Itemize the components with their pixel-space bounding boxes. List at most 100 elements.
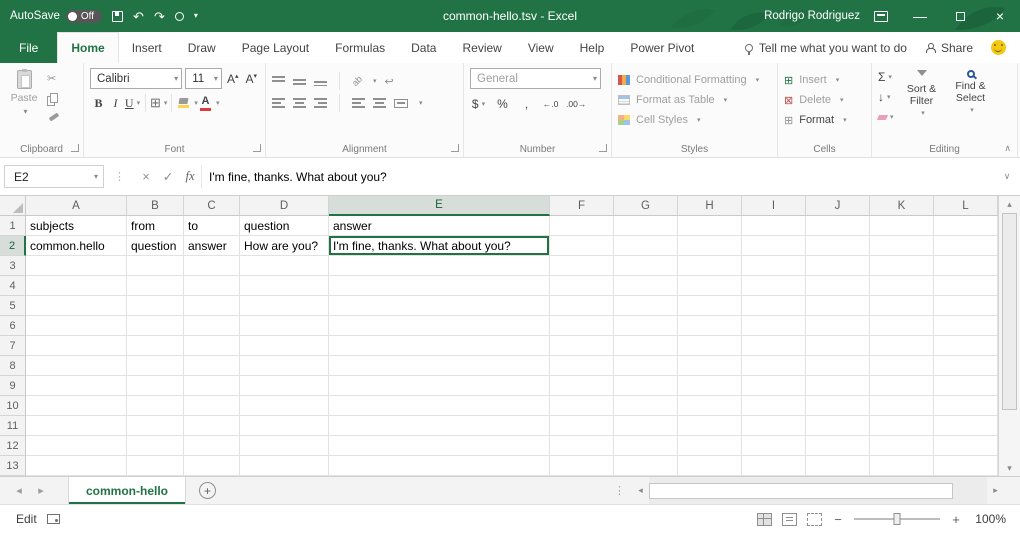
cell-G8[interactable] (614, 356, 678, 376)
cell-H7[interactable] (678, 336, 742, 356)
bold-button[interactable]: B (90, 94, 107, 112)
orientation-icon[interactable]: ab (350, 74, 364, 88)
cell-F10[interactable] (550, 396, 614, 416)
user-name[interactable]: Rodrigo Rodriguez (764, 10, 860, 22)
number-dialog-launcher[interactable] (599, 144, 607, 152)
cell-K9[interactable] (870, 376, 934, 396)
cell-B1[interactable]: from (127, 216, 184, 236)
cell-B13[interactable] (127, 456, 184, 476)
cell-L11[interactable] (934, 416, 998, 436)
cell-H13[interactable] (678, 456, 742, 476)
cell-H9[interactable] (678, 376, 742, 396)
cell-C4[interactable] (184, 276, 240, 296)
cell-I1[interactable] (742, 216, 806, 236)
tab-formulas[interactable]: Formulas (322, 32, 398, 63)
cell-L4[interactable] (934, 276, 998, 296)
sheet-nav-left-icon[interactable]: ◂ (8, 484, 30, 497)
tab-file[interactable]: File (0, 32, 57, 63)
feedback-smiley-icon[interactable] (991, 40, 1006, 55)
cell-J2[interactable] (806, 236, 870, 256)
cell-F5[interactable] (550, 296, 614, 316)
cell-H4[interactable] (678, 276, 742, 296)
cell-A7[interactable] (26, 336, 127, 356)
cell-B3[interactable] (127, 256, 184, 276)
zoom-in-icon[interactable]: + (950, 512, 962, 527)
normal-view-icon[interactable] (757, 513, 772, 526)
scroll-right-icon[interactable]: ▸ (987, 485, 1004, 496)
cell-K6[interactable] (870, 316, 934, 336)
cut-icon[interactable]: ✂ (47, 71, 59, 86)
cell-K12[interactable] (870, 436, 934, 456)
cell-A12[interactable] (26, 436, 127, 456)
alignment-dialog-launcher[interactable] (451, 144, 459, 152)
cell-G5[interactable] (614, 296, 678, 316)
cell-C9[interactable] (184, 376, 240, 396)
cell-L1[interactable] (934, 216, 998, 236)
column-header-H[interactable]: H (678, 196, 742, 216)
cell-B12[interactable] (127, 436, 184, 456)
cell-D5[interactable] (240, 296, 329, 316)
zoom-level[interactable]: 100% (972, 512, 1006, 526)
cell-G13[interactable] (614, 456, 678, 476)
cell-C2[interactable]: answer (184, 236, 240, 256)
middle-align-icon[interactable] (293, 76, 306, 86)
cell-A2[interactable]: common.hello (26, 236, 127, 256)
cell-G11[interactable] (614, 416, 678, 436)
column-header-K[interactable]: K (870, 196, 934, 216)
fill-color-icon[interactable]: ▾ (176, 94, 198, 112)
cell-I12[interactable] (742, 436, 806, 456)
cell-J10[interactable] (806, 396, 870, 416)
delete-cells-button[interactable]: ⊠ Delete ▾ (784, 90, 865, 110)
cell-E1[interactable]: answer (329, 216, 550, 236)
cell-I3[interactable] (742, 256, 806, 276)
underline-button[interactable]: U▾ (124, 94, 141, 112)
cell-D7[interactable] (240, 336, 329, 356)
scroll-down-icon[interactable]: ▾ (999, 460, 1020, 476)
cell-C8[interactable] (184, 356, 240, 376)
cell-J9[interactable] (806, 376, 870, 396)
cell-L3[interactable] (934, 256, 998, 276)
cell-D9[interactable] (240, 376, 329, 396)
italic-button[interactable]: I (107, 94, 124, 112)
font-color-icon[interactable]: A▾ (198, 94, 220, 112)
font-name-select[interactable]: Calibri▾ (90, 68, 182, 89)
cell-G3[interactable] (614, 256, 678, 276)
cell-B2[interactable]: question (127, 236, 184, 256)
cell-E7[interactable] (329, 336, 550, 356)
tab-help[interactable]: Help (567, 32, 618, 63)
cell-B6[interactable] (127, 316, 184, 336)
row-header-10[interactable]: 10 (0, 396, 26, 416)
cell-E2[interactable]: I'm fine, thanks. What about you? (329, 236, 550, 256)
row-header-1[interactable]: 1 (0, 216, 26, 236)
cell-B4[interactable] (127, 276, 184, 296)
column-header-I[interactable]: I (742, 196, 806, 216)
copy-icon[interactable] (47, 90, 59, 105)
maximize-button[interactable] (940, 0, 980, 32)
fill-icon[interactable]: ↓▾ (878, 89, 894, 105)
row-header-8[interactable]: 8 (0, 356, 26, 376)
cell-H1[interactable] (678, 216, 742, 236)
cell-D10[interactable] (240, 396, 329, 416)
column-header-C[interactable]: C (184, 196, 240, 216)
cell-I9[interactable] (742, 376, 806, 396)
percent-style-icon[interactable]: % (494, 95, 511, 113)
cell-D4[interactable] (240, 276, 329, 296)
format-painter-icon[interactable] (47, 109, 59, 124)
find-select-button[interactable]: Find & Select ▾ (948, 69, 994, 141)
wrap-text-icon[interactable]: ↩ (385, 75, 394, 88)
format-as-table-button[interactable]: Format as Table ▾ (618, 90, 771, 110)
cell-G2[interactable] (614, 236, 678, 256)
touch-mode-icon[interactable] (175, 12, 184, 21)
cell-E8[interactable] (329, 356, 550, 376)
cell-D1[interactable]: question (240, 216, 329, 236)
cell-D8[interactable] (240, 356, 329, 376)
cell-H12[interactable] (678, 436, 742, 456)
cell-C1[interactable]: to (184, 216, 240, 236)
ribbon-display-options-icon[interactable] (874, 11, 888, 22)
formula-input[interactable]: I'm fine, thanks. What about you? (201, 165, 998, 188)
cell-F13[interactable] (550, 456, 614, 476)
cell-C10[interactable] (184, 396, 240, 416)
cell-C7[interactable] (184, 336, 240, 356)
scroll-left-icon[interactable]: ◂ (632, 485, 649, 496)
cell-D3[interactable] (240, 256, 329, 276)
